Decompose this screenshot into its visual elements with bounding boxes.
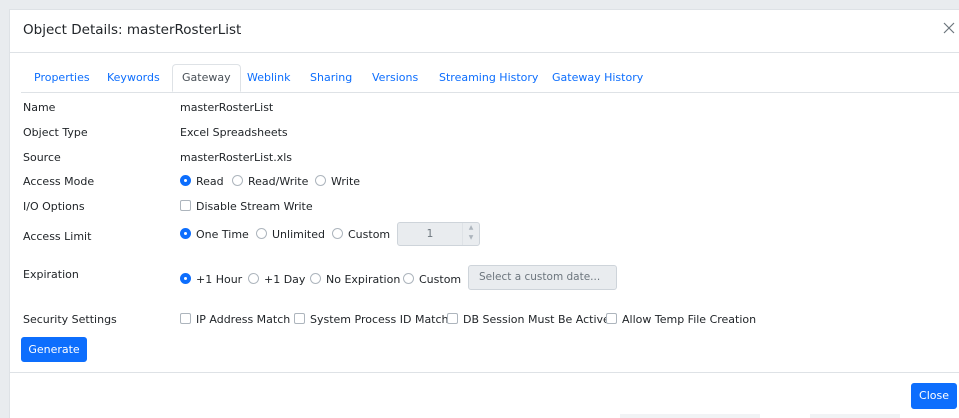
radio-icon	[248, 273, 259, 284]
radio-icon	[332, 228, 343, 239]
close-button[interactable]: Close	[911, 383, 957, 409]
radio-icon	[315, 175, 326, 186]
background-strip	[810, 414, 900, 418]
checkbox-icon	[180, 313, 191, 324]
tab-bar: Properties Keywords Gateway Weblink Shar…	[21, 64, 959, 93]
ip-address-match-checkbox[interactable]: IP Address Match	[180, 313, 290, 326]
source-value: masterRosterList.xls	[180, 151, 293, 164]
access-mode-write-radio[interactable]: Write	[315, 175, 360, 188]
name-value: masterRosterList	[180, 101, 274, 114]
modal-title: Object Details: masterRosterList	[23, 22, 242, 38]
close-icon[interactable]	[941, 20, 957, 36]
tab-gateway[interactable]: Gateway	[172, 64, 241, 92]
expiration-label: Expiration	[23, 268, 79, 281]
access-limit-custom-value: 1	[426, 228, 434, 240]
expiration-custom-radio[interactable]: Custom	[403, 273, 461, 286]
access-limit-unlimited-radio[interactable]: Unlimited	[256, 228, 325, 241]
custom-date-input[interactable]: Select a custom date...	[468, 265, 617, 290]
object-type-value: Excel Spreadsheets	[180, 126, 288, 139]
checkbox-icon	[180, 200, 191, 211]
expiration-1-hour-radio[interactable]: +1 Hour	[180, 273, 242, 286]
background-strip	[620, 414, 760, 418]
access-limit-one-time-radio[interactable]: One Time	[180, 228, 249, 241]
expiration-1-day-radio[interactable]: +1 Day	[248, 273, 305, 286]
access-mode-label: Access Mode	[23, 175, 95, 188]
source-label: Source	[23, 151, 61, 164]
radio-icon	[232, 175, 243, 186]
checkbox-icon	[294, 313, 305, 324]
tab-sharing[interactable]: Sharing	[310, 64, 352, 91]
tab-properties[interactable]: Properties	[34, 64, 90, 91]
radio-icon	[310, 273, 321, 284]
name-label: Name	[23, 101, 56, 114]
security-settings-label: Security Settings	[23, 313, 117, 326]
modal-header: Object Details: masterRosterList	[10, 10, 959, 53]
allow-temp-file-creation-checkbox[interactable]: Allow Temp File Creation	[606, 313, 756, 326]
access-mode-read-write-radio[interactable]: Read/Write	[232, 175, 308, 188]
footer-divider	[10, 372, 959, 373]
tab-keywords[interactable]: Keywords	[107, 64, 160, 91]
io-options-label: I/O Options	[23, 200, 85, 213]
db-session-must-be-active-checkbox[interactable]: DB Session Must Be Active	[447, 313, 610, 326]
radio-checked-icon	[180, 228, 191, 239]
spinner-arrows-icon[interactable]: ▲ ▼	[462, 223, 479, 245]
system-process-id-match-checkbox[interactable]: System Process ID Match	[294, 313, 449, 326]
radio-icon	[403, 273, 414, 284]
tab-weblink[interactable]: Weblink	[247, 64, 290, 91]
access-limit-label: Access Limit	[23, 230, 92, 243]
generate-button[interactable]: Generate	[21, 337, 87, 362]
disable-stream-write-checkbox[interactable]: Disable Stream Write	[180, 200, 313, 213]
access-limit-custom-radio[interactable]: Custom	[332, 228, 390, 241]
radio-checked-icon	[180, 273, 191, 284]
access-limit-custom-input[interactable]: 1 ▲ ▼	[397, 222, 480, 246]
checkbox-icon	[447, 313, 458, 324]
object-details-modal: Object Details: masterRosterList Propert…	[9, 9, 959, 418]
tab-streaming-history[interactable]: Streaming History	[439, 64, 538, 91]
checkbox-icon	[606, 313, 617, 324]
tab-versions[interactable]: Versions	[372, 64, 418, 91]
object-type-label: Object Type	[23, 126, 88, 139]
tab-gateway-history[interactable]: Gateway History	[552, 64, 643, 91]
access-mode-read-radio[interactable]: Read	[180, 175, 224, 188]
radio-icon	[256, 228, 267, 239]
radio-checked-icon	[180, 175, 191, 186]
expiration-no-expiration-radio[interactable]: No Expiration	[310, 273, 400, 286]
